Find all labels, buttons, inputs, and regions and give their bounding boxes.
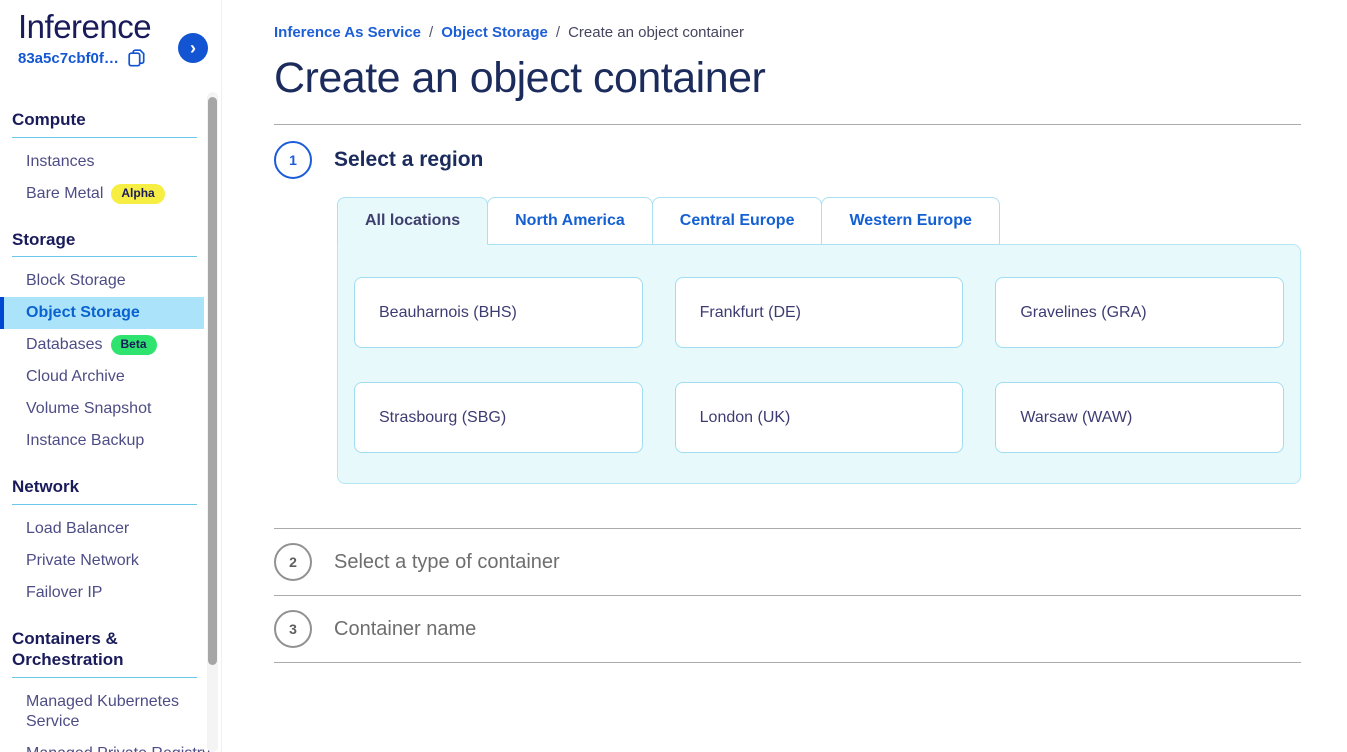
sidebar-item-label: Block Storage — [26, 272, 126, 289]
sidebar-item-load-balancer[interactable]: Load Balancer — [0, 513, 221, 545]
sidebar-item-private-network[interactable]: Private Network — [0, 545, 221, 577]
sidebar-section-network: Network Load Balancer Private Network Fa… — [0, 477, 221, 609]
sidebar-collapse-button[interactable]: › — [178, 33, 208, 63]
sidebar-item-label: Cloud Archive — [26, 368, 125, 385]
sidebar-nav: Compute Instances Bare Metal Alpha Storag… — [0, 110, 221, 752]
sidebar-item-managed-private-registry[interactable]: Managed Private Registry — [0, 738, 221, 752]
section-heading-network: Network — [12, 477, 197, 505]
sidebar-item-label: Instance Backup — [26, 432, 144, 449]
sidebar-item-label: Private Network — [26, 552, 139, 569]
breadcrumb: Inference As Service / Object Storage / … — [274, 24, 1301, 41]
step-2-row[interactable]: 2 Select a type of container — [274, 529, 1301, 595]
sidebar-item-volume-snapshot[interactable]: Volume Snapshot — [0, 393, 221, 425]
breadcrumb-link-inference-as-service[interactable]: Inference As Service — [274, 24, 421, 41]
tab-western-europe[interactable]: Western Europe — [821, 197, 999, 245]
service-id[interactable]: 83a5c7cbf0f… — [18, 50, 119, 67]
sidebar-section-containers-orchestration: Containers & Orchestration Managed Kuber… — [0, 629, 221, 752]
app-window: Inference 83a5c7cbf0f… › Co — [0, 0, 1347, 752]
page-title: Create an object container — [274, 54, 1301, 103]
sidebar-scrollbar-thumb[interactable] — [208, 97, 217, 665]
sidebar-item-label: Managed Private Registry — [26, 745, 210, 752]
section-heading-containers-orchestration: Containers & Orchestration — [12, 629, 197, 677]
step-1-header: 1 Select a region — [274, 141, 1301, 179]
step-1-title: Select a region — [334, 148, 483, 172]
step-1-circle: 1 — [274, 141, 312, 179]
region-card-sbg[interactable]: Strasbourg (SBG) — [354, 382, 643, 453]
step-2-circle: 2 — [274, 543, 312, 581]
sidebar-item-instance-backup[interactable]: Instance Backup — [0, 425, 221, 457]
breadcrumb-current: Create an object container — [568, 24, 744, 41]
sidebar-item-block-storage[interactable]: Block Storage — [0, 265, 221, 297]
region-card-uk[interactable]: London (UK) — [675, 382, 964, 453]
tab-all-locations[interactable]: All locations — [337, 197, 488, 245]
tab-central-europe[interactable]: Central Europe — [652, 197, 823, 245]
region-card-de[interactable]: Frankfurt (DE) — [675, 277, 964, 348]
beta-badge: Beta — [111, 335, 157, 355]
region-card-gra[interactable]: Gravelines (GRA) — [995, 277, 1284, 348]
region-tabs: All locations North America Central Euro… — [337, 197, 1301, 245]
step-1-section: 1 Select a region All locations North Am… — [274, 141, 1301, 484]
step-2-title: Select a type of container — [334, 551, 560, 574]
region-card-grid: Beauharnois (BHS) Frankfurt (DE) Graveli… — [354, 277, 1284, 453]
sidebar-item-cloud-archive[interactable]: Cloud Archive — [0, 361, 221, 393]
section-heading-storage: Storage — [12, 230, 197, 258]
region-card-waw[interactable]: Warsaw (WAW) — [995, 382, 1284, 453]
sidebar-item-label: Managed Kubernetes Service — [26, 693, 179, 730]
copy-icon — [128, 49, 145, 67]
sidebar-item-databases[interactable]: Databases Beta — [0, 329, 221, 361]
breadcrumb-separator: / — [429, 24, 433, 41]
alpha-badge: Alpha — [111, 184, 164, 204]
tab-north-america[interactable]: North America — [487, 197, 653, 245]
sidebar-item-label: Databases — [26, 336, 103, 353]
sidebar-section-compute: Compute Instances Bare Metal Alpha — [0, 110, 221, 210]
sidebar: Inference 83a5c7cbf0f… › Co — [0, 0, 222, 752]
sidebar-item-failover-ip[interactable]: Failover IP — [0, 577, 221, 609]
region-card-bhs[interactable]: Beauharnois (BHS) — [354, 277, 643, 348]
sidebar-item-label: Failover IP — [26, 584, 102, 601]
sidebar-item-label: Volume Snapshot — [26, 400, 151, 417]
main-content: Inference As Service / Object Storage / … — [222, 0, 1347, 752]
chevron-right-icon: › — [190, 38, 196, 58]
step-3-row[interactable]: 3 Container name — [274, 596, 1301, 662]
sidebar-item-bare-metal[interactable]: Bare Metal Alpha — [0, 178, 221, 210]
step-3-title: Container name — [334, 618, 476, 641]
sidebar-item-label: Bare Metal — [26, 185, 103, 202]
divider — [274, 662, 1301, 663]
sidebar-item-label: Instances — [26, 153, 94, 170]
sidebar-scrollbar-track — [207, 92, 218, 752]
sidebar-header: Inference 83a5c7cbf0f… › — [0, 0, 221, 90]
sidebar-section-storage: Storage Block Storage Object Storage Dat… — [0, 230, 221, 458]
sidebar-item-object-storage[interactable]: Object Storage — [0, 297, 204, 329]
section-heading-compute: Compute — [12, 110, 197, 138]
breadcrumb-separator: / — [556, 24, 560, 41]
copy-button[interactable] — [128, 49, 145, 67]
region-panel: Beauharnois (BHS) Frankfurt (DE) Graveli… — [337, 244, 1301, 484]
sidebar-item-label: Object Storage — [26, 304, 140, 321]
sidebar-item-managed-kubernetes-service[interactable]: Managed Kubernetes Service — [0, 686, 221, 738]
sidebar-item-label: Load Balancer — [26, 520, 129, 537]
breadcrumb-link-object-storage[interactable]: Object Storage — [441, 24, 548, 41]
step-3-circle: 3 — [274, 610, 312, 648]
sidebar-item-instances[interactable]: Instances — [0, 146, 221, 178]
divider — [274, 124, 1301, 125]
